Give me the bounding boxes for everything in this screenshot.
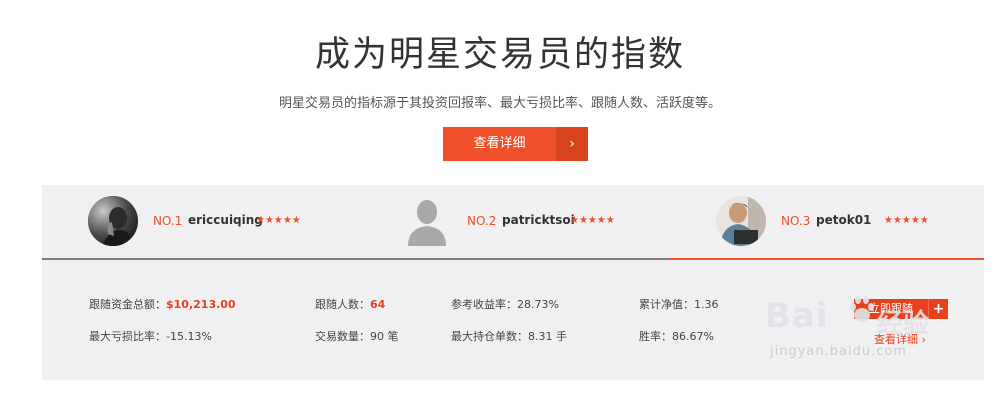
- rating-stars-icon: ★★★★★: [570, 215, 615, 226]
- stat-label: 交易数量：: [315, 330, 370, 343]
- stat-label: 最大亏损比率：: [89, 330, 166, 343]
- follow-now-label: 立即跟随: [869, 302, 913, 315]
- stat-label: 最大持仓单数：: [451, 330, 528, 343]
- tab-trader-3[interactable]: NO.3 petok01 ★★★★★: [670, 185, 984, 260]
- stat-max-loss: 最大亏损比率：-15.13%: [89, 328, 212, 344]
- trader-rank: NO.3: [781, 214, 811, 228]
- stat-label: 跟随资金总额：: [89, 298, 166, 311]
- trader-panel: NO.1 ericcuiqing ★★★★★ NO.2 patricktsoi …: [42, 185, 984, 380]
- stat-followers: 跟随人数：64: [315, 296, 385, 312]
- stat-value: 28.73%: [517, 298, 559, 311]
- trader-rank: NO.1: [153, 214, 183, 228]
- trader-name: ericcuiqing: [188, 213, 263, 227]
- plus-icon: +: [928, 299, 948, 319]
- stat-win-rate: 胜率：86.67%: [639, 328, 714, 344]
- rating-stars-icon: ★★★★★: [256, 215, 301, 226]
- stat-value: -15.13%: [166, 330, 212, 343]
- page-subtitle: 明星交易员的指标源于其投资回报率、最大亏损比率、跟随人数、活跃度等。: [278, 96, 721, 111]
- active-tab-indicator: [670, 258, 984, 260]
- trader-name: patricktsoi: [502, 213, 575, 227]
- view-details-button[interactable]: 查看详细 ›: [443, 127, 588, 161]
- trader-rank: NO.2: [467, 214, 497, 228]
- trader-name: petok01: [816, 213, 872, 227]
- avatar-photo-icon: [716, 196, 766, 246]
- stat-ref-return: 参考收益率：28.73%: [451, 296, 559, 312]
- stat-trades: 交易数量：90 笔: [315, 328, 399, 344]
- stat-value: 86.67%: [672, 330, 714, 343]
- stat-value: 8.31 手: [528, 330, 567, 343]
- stat-value: 90 笔: [370, 330, 399, 343]
- stat-value: 64: [370, 298, 386, 311]
- chevron-right-icon: ›: [556, 127, 588, 161]
- stat-nav: 累计净值：1.36: [639, 296, 719, 312]
- follow-now-button[interactable]: 立即跟随 +: [854, 299, 948, 319]
- avatar-photo-icon: [88, 196, 138, 246]
- stat-label: 参考收益率：: [451, 298, 517, 311]
- page-title: 成为明星交易员的指数: [314, 35, 685, 75]
- stat-label: 跟随人数：: [315, 298, 370, 311]
- tab-trader-2[interactable]: NO.2 patricktsoi ★★★★★: [356, 185, 670, 260]
- tab-trader-1[interactable]: NO.1 ericcuiqing ★★★★★: [42, 185, 356, 260]
- stat-label: 累计净值：: [639, 298, 694, 311]
- stat-value: $10,213.00: [166, 298, 236, 311]
- default-user-silhouette-icon: [406, 196, 456, 246]
- view-details-link[interactable]: 查看详细 ›: [874, 331, 926, 347]
- view-details-label: 查看详细: [473, 136, 526, 151]
- stat-value: 1.36: [694, 298, 719, 311]
- rating-stars-icon: ★★★★★: [884, 215, 929, 226]
- stat-max-position: 最大持仓单数：8.31 手: [451, 328, 567, 344]
- stat-follow-funds: 跟随资金总额：$10,213.00: [89, 296, 236, 312]
- trader-tabs: NO.1 ericcuiqing ★★★★★ NO.2 patricktsoi …: [42, 185, 984, 260]
- stat-label: 胜率：: [639, 330, 672, 343]
